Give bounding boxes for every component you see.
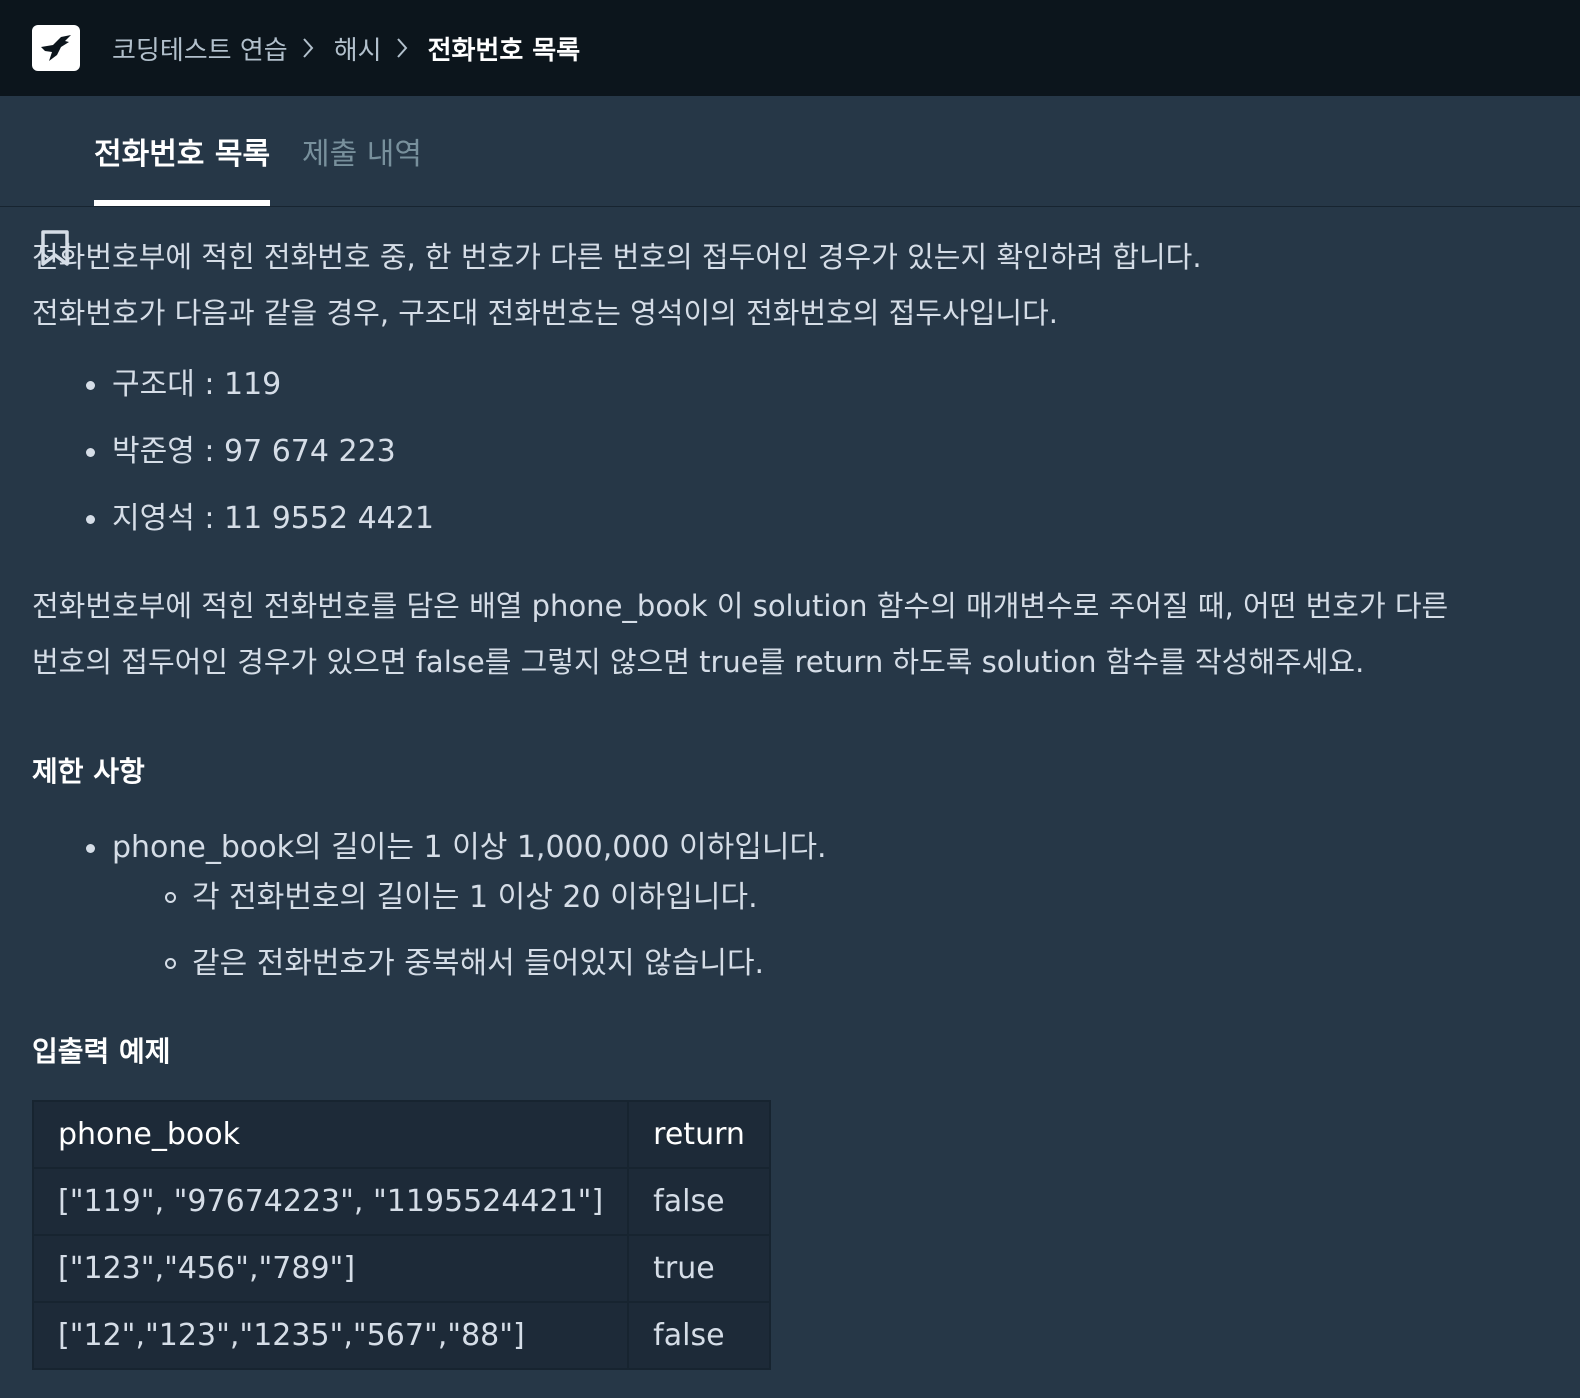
table-cell: ["123","456","789"] [31, 1234, 630, 1303]
bookmark-icon[interactable] [40, 229, 70, 271]
table-row: ["12","123","1235","567","88"] false [31, 1301, 771, 1370]
breadcrumb-current: 전화번호 목록 [427, 35, 581, 66]
task-line-1: 전화번호부에 적힌 전화번호를 담은 배열 phone_book 이 solut… [32, 589, 1449, 623]
constraint-sub: 각 전화번호의 길이는 1 이상 20 이하입니다. [165, 878, 1548, 944]
tab-submissions[interactable]: 제출 내역 [302, 96, 422, 206]
top-navigation-bar: 코딩테스트 연습 해시 전화번호 목록 [0, 0, 1580, 96]
table-row: ["119", "97674223", "1195524421"] false [31, 1167, 771, 1236]
task-line-2: 번호의 접두어인 경우가 있으면 false를 그렇지 않으면 true를 re… [32, 645, 1365, 679]
breadcrumb-coding-test[interactable]: 코딩테스트 연습 [112, 30, 288, 67]
intro-line-1: 전화번호부에 적힌 전화번호 중, 한 번호가 다른 번호의 접두어인 경우가 … [32, 240, 1202, 274]
breadcrumb-hash[interactable]: 해시 [334, 30, 382, 67]
table-row: ["123","456","789"] true [31, 1234, 771, 1303]
table-cell: false [627, 1301, 771, 1370]
phone-example-list: 구조대 : 119 박준영 : 97 674 223 지영석 : 11 9552… [32, 365, 1548, 566]
list-item: 지영석 : 11 9552 4421 [86, 499, 1548, 566]
constraints-heading: 제한 사항 [32, 755, 145, 788]
hummingbird-logo-icon[interactable] [32, 25, 80, 71]
table-cell: false [627, 1167, 771, 1236]
intro-line-2: 전화번호가 다음과 같을 경우, 구조대 전화번호는 영석이의 전화번호의 접두… [32, 296, 1058, 330]
problem-description: 전화번호부에 적힌 전화번호 중, 한 번호가 다른 번호의 접두어인 경우가 … [0, 229, 1580, 1370]
tab-bar: 전화번호 목록 제출 내역 [0, 96, 1580, 266]
table-cell: ["119", "97674223", "1195524421"] [31, 1167, 630, 1236]
io-example-heading: 입출력 예제 [32, 1035, 171, 1068]
column-header: phone_book [31, 1100, 630, 1169]
constraint-main: phone_book의 길이는 1 이상 1,000,000 이하입니다. [86, 828, 1548, 878]
table-header-row: phone_book return [31, 1100, 771, 1169]
chevron-right-icon [396, 35, 414, 61]
table-cell: ["12","123","1235","567","88"] [31, 1301, 630, 1370]
chevron-right-icon [302, 35, 320, 61]
list-item: 박준영 : 97 674 223 [86, 432, 1548, 499]
constraint-sub: 같은 전화번호가 중복해서 들어있지 않습니다. [165, 944, 1548, 984]
io-example-table: phone_book return ["119", "97674223", "1… [31, 1100, 771, 1370]
column-header: return [627, 1100, 771, 1169]
table-cell: true [627, 1234, 771, 1303]
list-item: 구조대 : 119 [86, 365, 1548, 432]
tab-problem[interactable]: 전화번호 목록 [94, 96, 271, 206]
breadcrumb: 코딩테스트 연습 해시 전화번호 목록 [112, 30, 580, 67]
